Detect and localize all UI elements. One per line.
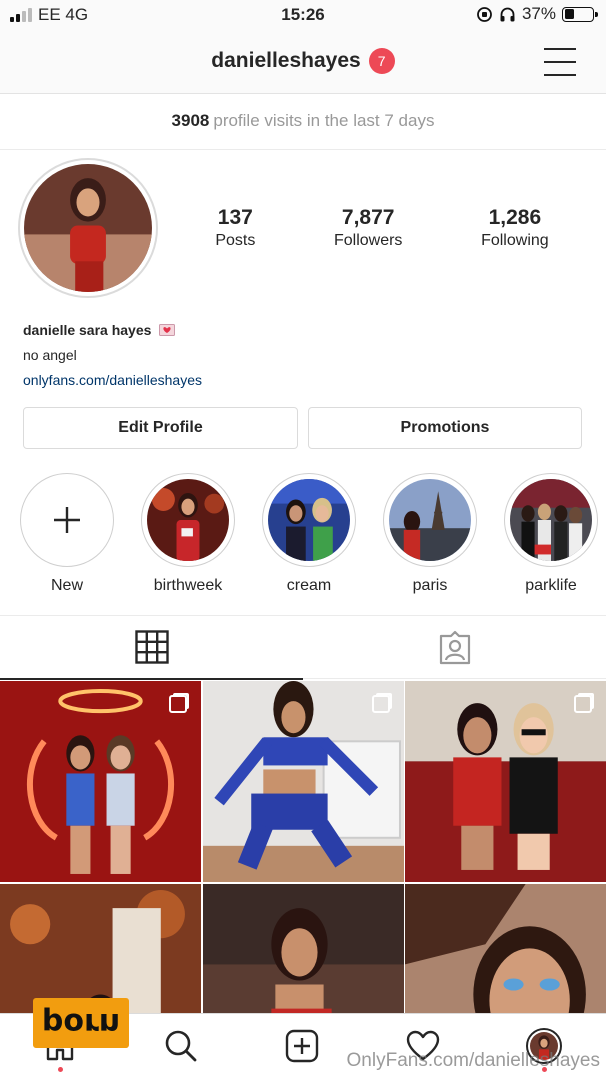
love-letter-icon	[159, 324, 176, 336]
bio-line: no angel	[23, 347, 77, 363]
nav-new-post[interactable]	[282, 1026, 322, 1066]
new-post-icon	[285, 1029, 319, 1063]
story-highlights: New birthweek cream paris parklife	[20, 473, 598, 595]
profile-visits-banner[interactable]: 3908 profile visits in the last 7 days	[0, 95, 606, 150]
menu-bar	[544, 61, 576, 63]
post-thumbnail[interactable]	[0, 681, 201, 882]
avatar-image	[24, 164, 152, 292]
battery-percent: 37%	[521, 4, 556, 23]
notification-badge: 7	[368, 48, 395, 74]
stat-value: 7,877	[341, 206, 395, 229]
highlight-paris[interactable]: paris	[383, 473, 477, 595]
highlight-label: cream	[286, 577, 332, 594]
highlight-thumbnail	[510, 479, 592, 561]
stat-following[interactable]: 1,286 Following	[481, 206, 549, 250]
headphones-icon	[500, 7, 515, 21]
multiple-photos-icon	[371, 695, 390, 713]
watermark-badge: porn	[33, 998, 129, 1048]
tab-tagged[interactable]	[303, 616, 606, 680]
highlight-ring	[262, 473, 356, 567]
highlight-thumbnail	[147, 479, 229, 561]
stat-label: Posts	[215, 232, 256, 249]
stat-value: 1,286	[488, 206, 542, 229]
stat-posts[interactable]: 137 Posts	[215, 206, 255, 250]
highlight-new[interactable]: New	[20, 473, 114, 595]
visits-text: profile visits in the last 7 days	[213, 111, 435, 130]
tab-grid[interactable]	[0, 616, 303, 680]
nav-search[interactable]	[161, 1026, 201, 1066]
multiple-photos-icon	[169, 695, 187, 713]
highlight-birthweek[interactable]: birthweek	[141, 473, 235, 595]
bio-name: danielle sara hayes	[23, 322, 152, 338]
highlight-label: paris	[412, 577, 448, 594]
profile-stats: 137 Posts 7,877 Followers 1,286 Followin…	[176, 206, 588, 250]
bio-name-row: danielle sara hayes	[23, 318, 202, 343]
promotions-button[interactable]: Promotions	[308, 407, 582, 449]
highlight-ring	[383, 473, 477, 567]
highlight-thumbnail	[389, 479, 471, 561]
username-title: danielleshayes	[211, 49, 361, 72]
search-icon	[165, 1030, 197, 1062]
multiple-photos-icon	[574, 695, 592, 713]
stat-label: Following	[481, 232, 549, 249]
highlight-label: parklife	[525, 577, 577, 594]
highlight-label: New	[50, 577, 83, 594]
orientation-lock-icon	[477, 6, 492, 22]
stat-followers[interactable]: 7,877 Followers	[334, 206, 402, 250]
highlight-thumbnail	[268, 479, 350, 561]
highlight-ring	[504, 473, 598, 567]
notification-dot	[57, 1067, 63, 1072]
grid-icon	[134, 630, 169, 664]
stat-value: 137	[217, 206, 253, 229]
watermark-text: OnlyFans.com/danielleshayes	[346, 1050, 600, 1071]
post-thumbnail[interactable]	[202, 681, 404, 882]
edit-profile-button[interactable]: Edit Profile	[23, 407, 298, 449]
highlight-ring	[141, 473, 235, 567]
highlight-label: birthweek	[153, 577, 223, 594]
plus-icon	[20, 473, 114, 567]
status-bar: EE 4G 15:26 37%	[0, 0, 606, 30]
profile-header: danielleshayes 7	[0, 30, 606, 94]
menu-bar	[544, 48, 576, 50]
status-right: 37%	[476, 4, 598, 24]
tagged-icon	[439, 630, 470, 665]
bio-link[interactable]: onlyfans.com/danielleshayes	[23, 368, 202, 393]
post-thumbnail[interactable]	[405, 681, 606, 882]
stat-label: Followers	[333, 232, 403, 249]
highlight-parklife[interactable]: parklife	[504, 473, 598, 595]
menu-bar	[544, 74, 576, 76]
highlight-cream[interactable]: cream	[262, 473, 356, 595]
battery-icon	[562, 6, 598, 22]
menu-button[interactable]	[544, 48, 576, 76]
visits-count: 3908	[171, 111, 210, 130]
profile-avatar[interactable]	[18, 158, 158, 298]
profile-tabs	[0, 615, 606, 680]
header-title[interactable]: danielleshayes 7	[0, 48, 606, 74]
profile-bio: danielle sara hayes no angel onlyfans.co…	[23, 318, 202, 393]
